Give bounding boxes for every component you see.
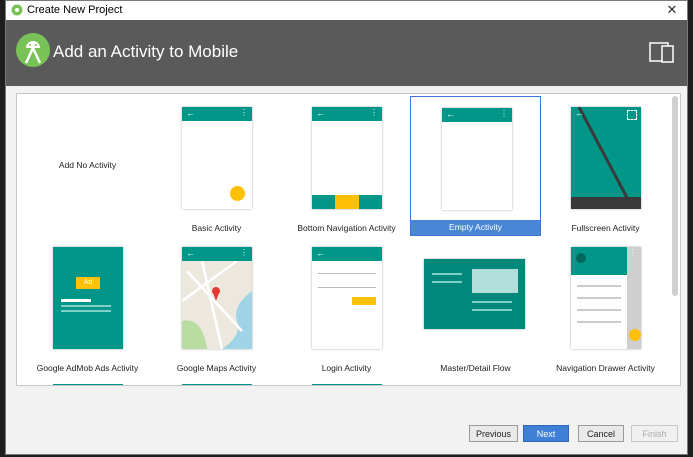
template-label: Add No Activity [58,160,117,170]
password-field [318,287,376,288]
template-label: Fullscreen Activity [571,223,640,233]
template-preview: ← ⋮ [182,107,252,209]
template-add-no-activity[interactable]: Add No Activity [22,96,153,236]
template-google-admob-ads-activity[interactable]: Ad Google AdMob Ads Activity [22,236,153,376]
template-google-maps-activity[interactable]: ← ⋮ Google Maps Activity [151,236,282,376]
template-preview [424,259,525,329]
template-fullscreen-activity[interactable]: ← Fullscreen Activity [540,96,671,236]
template-navigation-drawer-activity[interactable]: ⋮ Navigation Drawer Activity [540,236,671,376]
bottom-nav-selected [335,195,359,209]
nav-drawer [571,247,627,349]
content-line [61,305,111,307]
template-preview-partial [182,384,252,385]
back-arrow-icon: ← [316,108,325,118]
overflow-menu-icon: ⋮ [240,248,248,257]
template-label: Google AdMob Ads Activity [36,363,139,373]
sign-in-button [352,297,376,305]
wizard-header: Add an Activity to Mobile [6,20,687,86]
template-preview: Ad [53,247,123,349]
back-arrow-icon: ← [575,108,584,118]
back-arrow-icon: ← [186,248,195,258]
device-form-factor-icon [649,42,674,63]
system-nav-bar [571,197,641,209]
template-preview: ← [571,107,641,209]
drawer-item [577,285,621,287]
email-field [318,273,376,274]
content-line [61,299,91,302]
template-preview: ← ⋮ [312,107,382,209]
template-preview-partial [312,384,382,385]
map-illustration [182,261,252,349]
template-preview: ← ⋮ [442,108,512,210]
android-studio-logo [16,33,50,67]
content-line [61,310,111,312]
list-line [432,273,462,275]
previous-button[interactable]: Previous [469,425,518,442]
template-empty-activity[interactable]: ← ⋮ Empty Activity [410,96,541,236]
fullscreen-diagonal [577,107,635,209]
list-line [432,281,462,283]
window-title: Create New Project [27,4,123,16]
template-label: Bottom Navigation Activity [297,223,396,233]
next-button[interactable]: Next [523,425,569,442]
drawer-avatar [576,253,586,263]
template-label: Master/Detail Flow [440,363,511,373]
template-bottom-navigation-activity[interactable]: ← ⋮ Bottom Navigation Activity [281,96,412,236]
activity-template-grid: Add No Activity ← ⋮ Basic Activity ← ⋮ Bot… [16,93,681,386]
vertical-scrollbar[interactable] [672,96,678,296]
back-arrow-icon: ← [316,248,325,258]
finish-button: Finish [631,425,678,442]
wizard-title: Add an Activity to Mobile [53,42,239,61]
template-master-detail-flow[interactable]: Master/Detail Flow [410,236,541,376]
back-arrow-icon: ← [186,108,195,118]
back-arrow-icon: ← [446,109,455,119]
template-label: Google Maps Activity [176,363,257,373]
create-project-dialog: Create New Project ✕ Add an Activity to … [5,0,688,455]
template-preview: ⋮ [571,247,641,349]
close-icon[interactable]: ✕ [665,2,679,18]
drawer-item [577,297,621,299]
list-line [472,301,512,303]
template-basic-activity[interactable]: ← ⋮ Basic Activity [151,96,282,236]
drawer-item [577,309,621,311]
template-preview: ← [312,247,382,349]
template-label: Empty Activity [411,220,540,235]
template-preview: ← ⋮ [182,247,252,349]
detail-pane [472,269,518,293]
list-line [472,309,512,311]
template-label: Basic Activity [191,223,242,233]
template-label: Navigation Drawer Activity [556,363,655,373]
drawer-item [577,321,621,323]
fab-icon [629,329,641,341]
title-bar: Create New Project ✕ [6,1,687,21]
template-preview-partial [53,384,123,385]
overflow-menu-icon: ⋮ [629,248,637,257]
overflow-menu-icon: ⋮ [500,109,508,118]
overflow-menu-icon: ⋮ [240,108,248,117]
android-studio-icon [11,4,23,16]
overflow-menu-icon: ⋮ [370,108,378,117]
template-login-activity[interactable]: ← Login Activity [281,236,412,376]
fab-icon [230,186,245,201]
ad-banner: Ad [76,277,100,289]
cancel-button[interactable]: Cancel [578,425,624,442]
fullscreen-icon [627,110,637,120]
template-label: Login Activity [321,363,372,373]
